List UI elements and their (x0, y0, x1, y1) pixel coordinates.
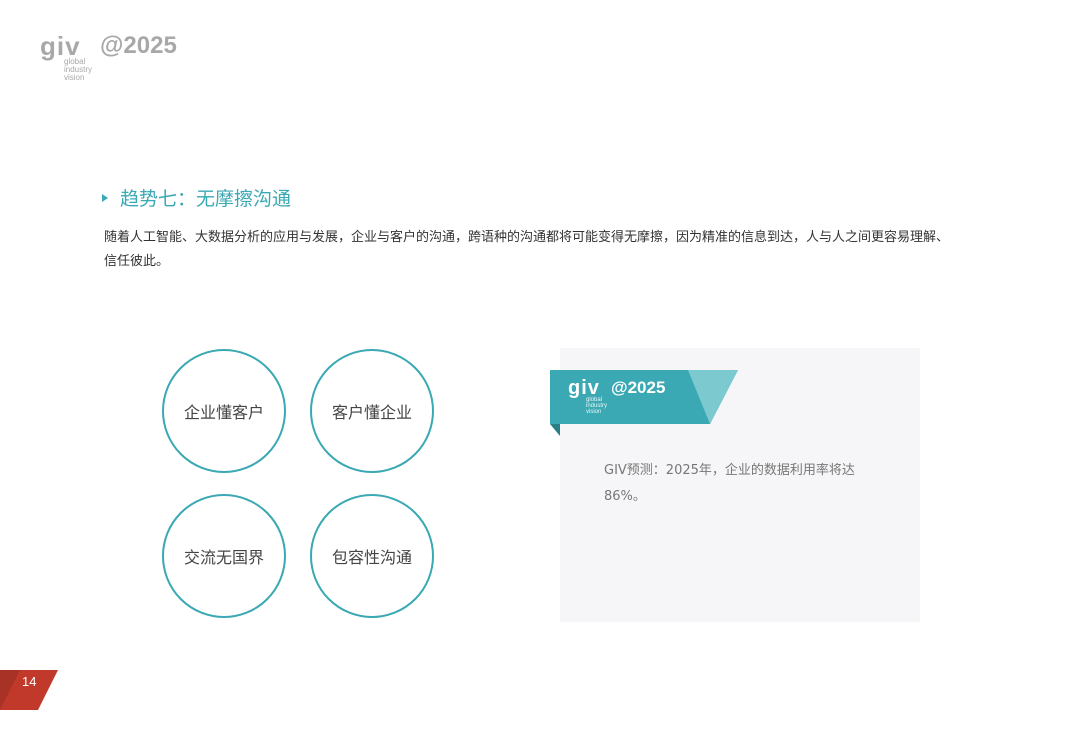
body-paragraph: 随着人工智能、大数据分析的应用与发展，企业与客户的沟通，跨语种的沟通都将可能变得… (104, 230, 950, 269)
logo-year: @2025 (100, 32, 177, 59)
logo-giv-text: giv (40, 31, 81, 61)
ribbon-logo-sub: global industry vision (586, 397, 607, 415)
prediction-text: GIV预测：2025年，企业的数据利用率将达86%。 (604, 463, 855, 504)
circle-item: 包容性沟通 (310, 494, 434, 618)
page-number-badge: 14 (0, 670, 58, 710)
circle-label: 包容性沟通 (331, 548, 412, 567)
logo-sub-line: vision (64, 73, 85, 82)
ribbon-sub-line: vision (586, 409, 602, 415)
header-logo: giv global industry vision @2025 (40, 32, 177, 86)
section-title: 趋势七：无摩擦沟通 (102, 184, 291, 211)
circle-label: 企业懂客户 (183, 403, 264, 422)
section-title-text: 趋势七：无摩擦沟通 (120, 188, 292, 210)
ribbon-logo-giv: giv (568, 377, 600, 399)
logo-sub-text: global industry vision (64, 58, 98, 82)
circle-label: 交流无国界 (183, 548, 264, 567)
ribbon-logo: giv global industry vision @2025 (568, 378, 665, 415)
page-number: 14 (22, 674, 37, 689)
card-ribbon: giv global industry vision @2025 (550, 370, 738, 436)
circle-item: 企业懂客户 (162, 349, 286, 473)
ribbon-year: @2025 (611, 378, 666, 397)
circle-item: 客户懂企业 (310, 349, 434, 473)
circle-item: 交流无国界 (162, 494, 286, 618)
triangle-bullet-icon (102, 193, 108, 202)
giv-logo-mark: giv global industry vision (40, 32, 98, 86)
circle-label: 客户懂企业 (331, 403, 412, 422)
